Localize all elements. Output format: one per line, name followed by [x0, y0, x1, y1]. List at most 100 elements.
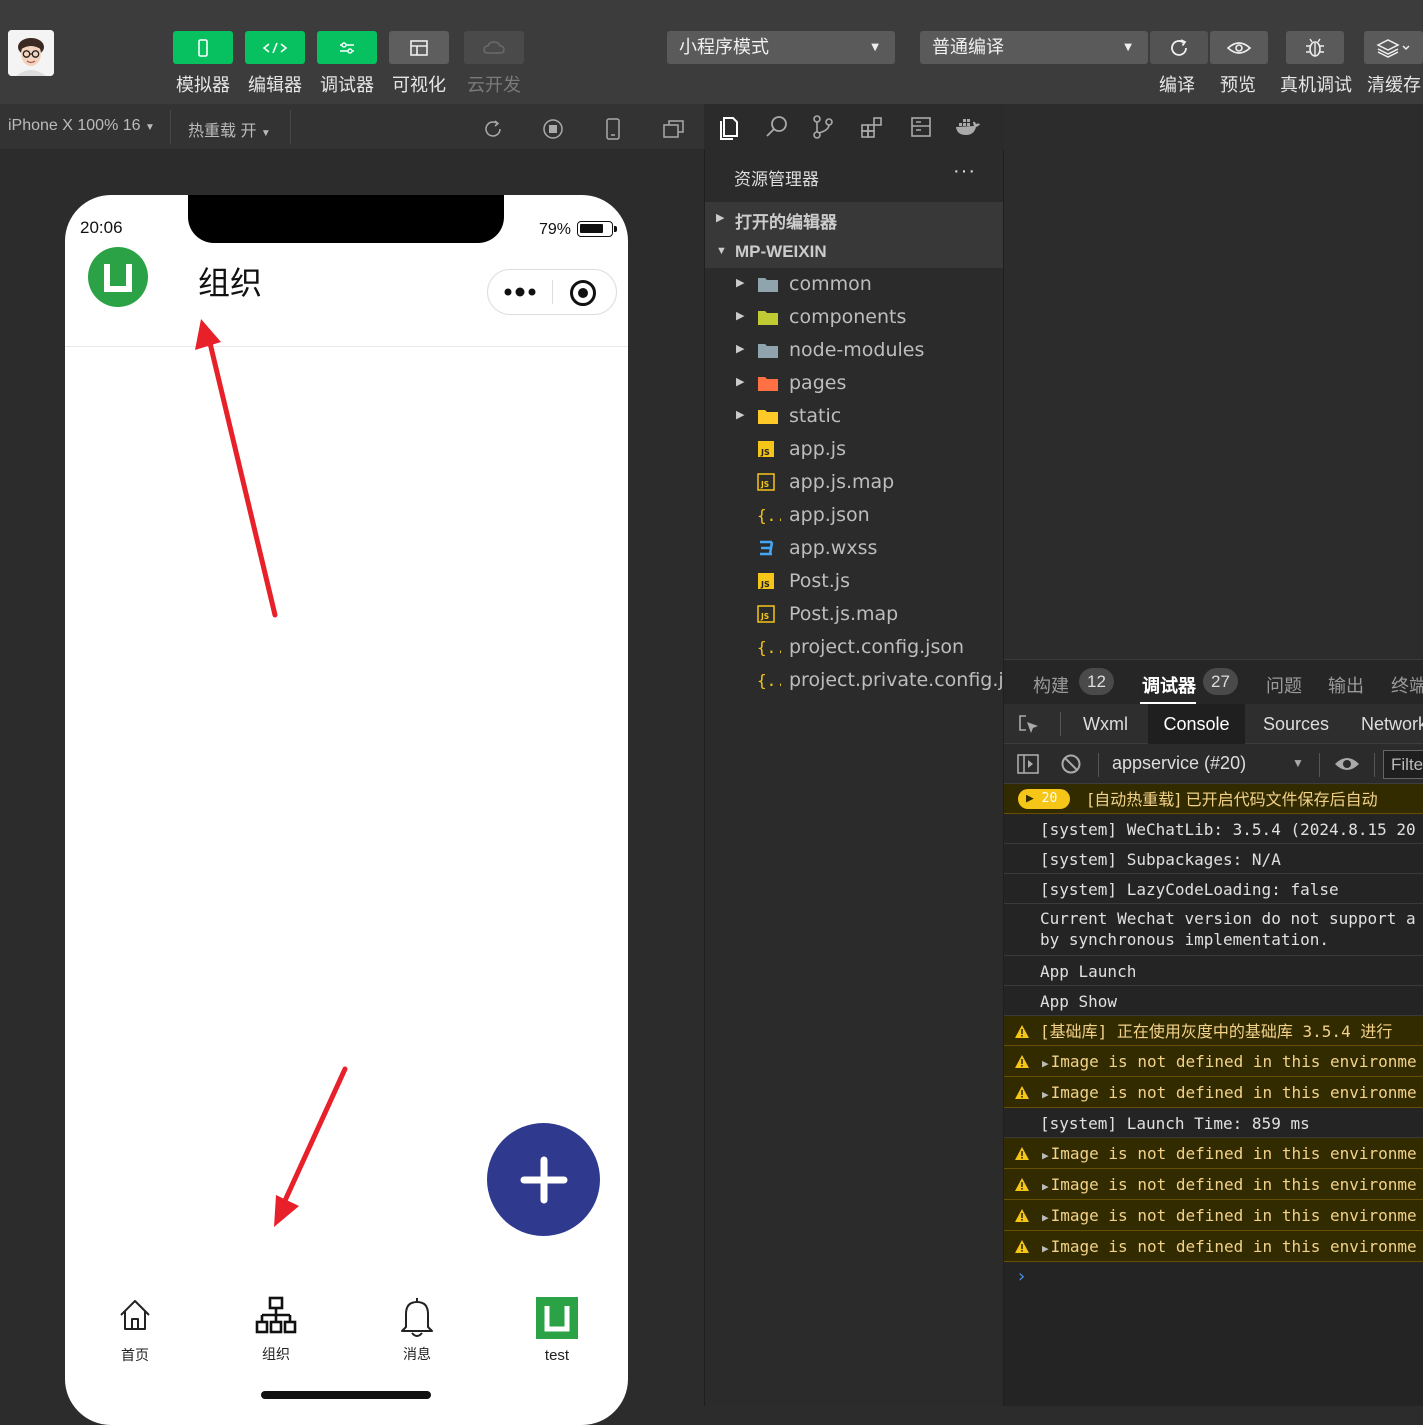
clear-cache-button[interactable]: [1364, 31, 1423, 64]
tab-terminal[interactable]: 终端: [1391, 672, 1423, 698]
eye-icon: [1226, 41, 1252, 54]
simulator-toggle-button[interactable]: [173, 31, 233, 64]
console-line-warn[interactable]: ▶ Image is not defined in this environme: [1004, 1077, 1423, 1108]
tab-build[interactable]: 构建: [1033, 672, 1069, 698]
context-select[interactable]: appservice (#20): [1112, 753, 1246, 774]
device-select[interactable]: iPhone X 100% 16 ▼: [8, 117, 155, 135]
tab-sources[interactable]: Sources: [1263, 704, 1329, 744]
tab-home[interactable]: 首页: [105, 1295, 165, 1365]
expand-arrow-icon[interactable]: ▶: [1042, 1057, 1049, 1070]
console-line-info[interactable]: [system] LazyCodeLoading: false: [1004, 874, 1423, 904]
console-line-info[interactable]: App Launch: [1004, 956, 1423, 986]
tab-organization[interactable]: 组织: [246, 1295, 306, 1365]
tab-network[interactable]: Network: [1361, 704, 1423, 744]
group-count-badge[interactable]: ▶ 20: [1018, 789, 1070, 809]
compile-button[interactable]: [1150, 31, 1208, 64]
chevron-right-icon: ▶: [736, 375, 745, 388]
folder-item[interactable]: ▶ pages: [705, 367, 1003, 400]
expand-arrow-icon[interactable]: ▶: [1042, 1088, 1049, 1101]
stop-icon[interactable]: [542, 118, 564, 140]
source-control-icon[interactable]: [811, 114, 835, 140]
js-file-icon: JS: [757, 440, 779, 459]
console-line-info[interactable]: [system] Launch Time: 859 ms: [1004, 1108, 1423, 1138]
open-editors-section[interactable]: ▶ 打开的编辑器: [705, 202, 1003, 235]
add-button[interactable]: [487, 1123, 600, 1236]
extensions-icon[interactable]: [859, 114, 885, 140]
remote-debug-button[interactable]: [1286, 31, 1344, 64]
device-icon[interactable]: [604, 117, 622, 141]
debugger-toggle-button[interactable]: [317, 31, 377, 64]
console-text: App Show: [1040, 992, 1118, 1011]
js-file-icon: JS: [757, 473, 779, 492]
file-item[interactable]: app.wxss: [705, 532, 1003, 565]
divider: [170, 110, 171, 144]
console-text: [自动热重载] 已开启代码文件保存后自动: [1088, 790, 1378, 809]
console-line-warn[interactable]: ▶ Image is not defined in this environme: [1004, 1046, 1423, 1077]
tab-problems[interactable]: 问题: [1266, 672, 1302, 698]
home-indicator: [261, 1391, 431, 1399]
editor-toggle-button[interactable]: [245, 31, 305, 64]
hot-reload-select[interactable]: 热重载 开 ▼: [188, 117, 271, 141]
folder-item[interactable]: ▶ static: [705, 400, 1003, 433]
storage-icon[interactable]: [909, 115, 933, 139]
detach-window-icon[interactable]: [662, 118, 686, 140]
eye-icon[interactable]: [1333, 754, 1361, 774]
preview-button[interactable]: [1210, 31, 1268, 64]
tab-debugger[interactable]: 调试器: [1142, 672, 1196, 698]
tab-output[interactable]: 输出: [1328, 672, 1364, 698]
console-text: [system] LazyCodeLoading: false: [1040, 880, 1339, 899]
tab-test[interactable]: test: [527, 1296, 587, 1366]
expand-arrow-icon[interactable]: ▶: [1042, 1149, 1049, 1162]
console-line-info[interactable]: [system] WeChatLib: 3.5.4 (2024.8.15 20: [1004, 814, 1423, 844]
file-item[interactable]: JS Post.js.map: [705, 598, 1003, 631]
clear-console-icon[interactable]: [1060, 753, 1082, 775]
caret-down-icon: ▼: [260, 128, 271, 139]
file-item[interactable]: {..} project.config.json: [705, 631, 1003, 664]
console-text: Image is not defined in this environme: [1050, 1237, 1417, 1256]
console-output: ▶ 20 [自动热重载] 已开启代码文件保存后自动 [system] WeChatL…: [1004, 784, 1423, 1406]
console-prompt-icon[interactable]: ›: [1016, 1266, 1027, 1287]
tab-messages[interactable]: 消息: [387, 1295, 447, 1365]
file-item[interactable]: JS app.js.map: [705, 466, 1003, 499]
sidebar-toggle-icon[interactable]: [1016, 753, 1040, 775]
folder-item[interactable]: ▶ common: [705, 268, 1003, 301]
filter-input[interactable]: Filter: [1383, 750, 1423, 779]
file-item[interactable]: {..} app.json: [705, 499, 1003, 532]
compile-select[interactable]: 普通编译 ▼: [920, 31, 1148, 64]
console-line-warn[interactable]: [基础库] 正在使用灰度中的基础库 3.5.4 进行: [1004, 1016, 1423, 1046]
file-item[interactable]: JS Post.js: [705, 565, 1003, 598]
file-item[interactable]: JS app.js: [705, 433, 1003, 466]
inspect-element-icon[interactable]: [1017, 713, 1041, 737]
user-avatar[interactable]: [8, 30, 54, 76]
console-line-info[interactable]: App Show: [1004, 986, 1423, 1016]
cloud-toggle-button[interactable]: [464, 31, 524, 64]
expand-arrow-icon[interactable]: ▶: [1042, 1211, 1049, 1224]
expand-arrow-icon[interactable]: ▶: [1042, 1242, 1049, 1255]
tab-label: 首页: [121, 1347, 149, 1363]
search-icon[interactable]: [764, 114, 790, 140]
mode-select[interactable]: 小程序模式 ▼: [667, 31, 895, 64]
console-line-group[interactable]: ▶ 20 [自动热重载] 已开启代码文件保存后自动: [1004, 784, 1423, 814]
visual-toggle-button[interactable]: [389, 31, 449, 64]
console-line-warn[interactable]: ▶ Image is not defined in this environme: [1004, 1231, 1423, 1262]
expand-arrow-icon[interactable]: ▶: [1042, 1180, 1049, 1193]
file-item[interactable]: {..} project.private.config.js...: [705, 664, 1032, 697]
console-text: Image is not defined in this environme: [1050, 1144, 1417, 1163]
console-line-warn[interactable]: ▶ Image is not defined in this environme: [1004, 1169, 1423, 1200]
console-line-warn[interactable]: ▶ Image is not defined in this environme: [1004, 1138, 1423, 1169]
project-section[interactable]: ▼ MP-WEIXIN: [705, 235, 1003, 268]
more-actions-icon[interactable]: ···: [953, 160, 976, 183]
files-icon[interactable]: [716, 114, 742, 140]
folder-item[interactable]: ▶ components: [705, 301, 1003, 334]
refresh-icon: [1171, 38, 1187, 56]
folder-item[interactable]: ▶ node-modules: [705, 334, 1003, 367]
console-line-info[interactable]: [system] Subpackages: N/A: [1004, 844, 1423, 874]
rotate-icon[interactable]: [482, 118, 504, 140]
chevron-right-icon: ▶: [716, 212, 725, 224]
console-line-warn[interactable]: ▶ Image is not defined in this environme: [1004, 1200, 1423, 1231]
tab-wxml[interactable]: Wxml: [1083, 704, 1128, 744]
docker-icon[interactable]: [954, 116, 982, 138]
console-line-info[interactable]: Current Wechat version do not support a …: [1004, 904, 1423, 956]
tab-console[interactable]: Console: [1148, 704, 1245, 744]
visual-label: 可视化: [392, 75, 446, 95]
